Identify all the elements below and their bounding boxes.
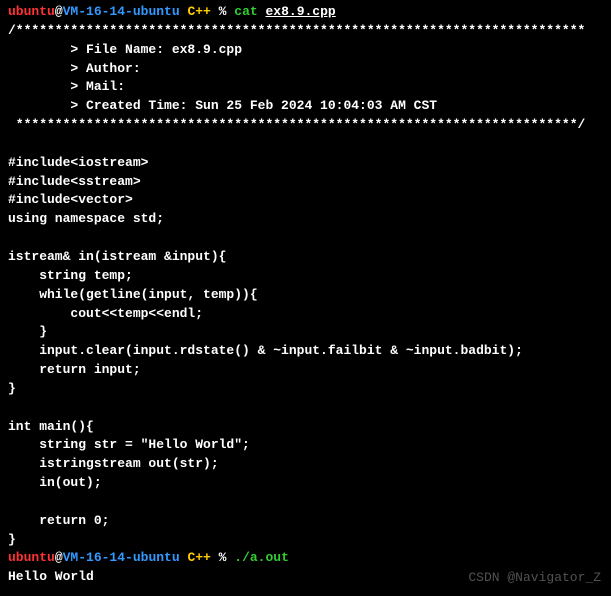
code-line: int main(){ (8, 418, 603, 437)
prompt-pct: % (211, 550, 234, 565)
code-line: string temp; (8, 267, 603, 286)
prompt-line-2: ubuntu@VM-16-14-ubuntu C++ % ./a.out (8, 549, 603, 568)
code-line: using namespace std; (8, 210, 603, 229)
blank-line (8, 399, 603, 418)
code-line: } (8, 323, 603, 342)
prompt-host: VM-16-14-ubuntu (63, 4, 180, 19)
prompt-dir: C++ (180, 4, 211, 19)
code-line: return 0; (8, 512, 603, 531)
prompt-dir: C++ (180, 550, 211, 565)
code-line: input.clear(input.rdstate() & ~input.fai… (8, 342, 603, 361)
header-author: > Author: (8, 60, 603, 79)
blank-line (8, 229, 603, 248)
prompt-user: ubuntu (8, 550, 55, 565)
blank-line (8, 135, 603, 154)
code-line: istream& in(istream &input){ (8, 248, 603, 267)
command-run: ./a.out (234, 550, 289, 565)
code-line: in(out); (8, 474, 603, 493)
code-line: istringstream out(str); (8, 455, 603, 474)
code-line: return input; (8, 361, 603, 380)
header-bot: ****************************************… (8, 116, 603, 135)
code-line: while(getline(input, temp)){ (8, 286, 603, 305)
code-line: #include<sstream> (8, 173, 603, 192)
header-top: /***************************************… (8, 22, 603, 41)
prompt-pct: % (211, 4, 234, 19)
header-created: > Created Time: Sun 25 Feb 2024 10:04:03… (8, 97, 603, 116)
code-line: #include<vector> (8, 191, 603, 210)
code-line: } (8, 531, 603, 550)
header-filename: > File Name: ex8.9.cpp (8, 41, 603, 60)
code-line: #include<iostream> (8, 154, 603, 173)
code-line: string str = "Hello World"; (8, 436, 603, 455)
prompt-at: @ (55, 550, 63, 565)
command-arg: ex8.9.cpp (266, 4, 336, 19)
header-mail: > Mail: (8, 78, 603, 97)
watermark: CSDN @Navigator_Z (468, 569, 601, 588)
prompt-at: @ (55, 4, 63, 19)
prompt-host: VM-16-14-ubuntu (63, 550, 180, 565)
command-cat: cat (234, 4, 257, 19)
code-line: } (8, 380, 603, 399)
blank-line (8, 493, 603, 512)
code-line: cout<<temp<<endl; (8, 305, 603, 324)
prompt-user: ubuntu (8, 4, 55, 19)
prompt-line-1: ubuntu@VM-16-14-ubuntu C++ % cat ex8.9.c… (8, 3, 603, 22)
